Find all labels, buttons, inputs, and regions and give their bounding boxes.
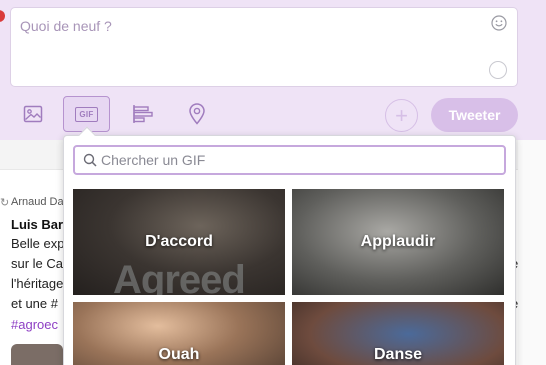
character-counter	[489, 61, 507, 79]
gif-category-label: Applaudir	[360, 233, 436, 250]
gif-search-box[interactable]	[73, 145, 506, 175]
gif-category-label: Ouah	[158, 346, 200, 363]
image-icon	[23, 105, 43, 123]
gif-category-tile[interactable]: Ouah	[73, 302, 285, 365]
gif-picker: Agreed D'accord Applaudir Ouah Danse	[63, 126, 516, 365]
tweet-hashtag[interactable]: #agroec	[11, 317, 58, 332]
location-icon	[189, 103, 205, 125]
gif-category-tile[interactable]: Danse	[292, 302, 504, 365]
tweet-text-line: Belle exp	[11, 236, 65, 251]
tweet-placeholder: Quoi de neuf ?	[20, 18, 112, 34]
tweet-text-line: et une #	[11, 296, 58, 311]
retweeter-name[interactable]: Arnaud Da	[11, 196, 64, 208]
gif-icon: GIF	[75, 106, 98, 122]
retweet-icon: ↻	[0, 197, 10, 209]
gif-search-input[interactable]	[101, 152, 481, 168]
add-tweet-button[interactable]: +	[385, 99, 418, 132]
tweet-author[interactable]: Luis Bar	[11, 217, 63, 232]
gif-overlay-text: Agreed	[113, 258, 246, 295]
tweet-media-thumbnail[interactable]	[11, 344, 63, 365]
search-icon	[83, 153, 97, 167]
gif-category-label: D'accord	[145, 233, 213, 250]
add-image-button[interactable]	[14, 96, 52, 132]
gif-category-tile[interactable]: Applaudir	[292, 189, 504, 295]
tweet-button[interactable]: Tweeter	[431, 98, 518, 132]
timeline-edge	[518, 140, 546, 365]
add-poll-button[interactable]	[124, 96, 162, 132]
poll-icon	[133, 105, 153, 123]
tweet-text-line: l'héritage	[11, 276, 64, 291]
tweet-text-line: sur le Ca	[11, 256, 64, 271]
tweet-textarea[interactable]: Quoi de neuf ?	[10, 7, 518, 87]
gif-category-tile[interactable]: Agreed D'accord	[73, 189, 285, 295]
add-location-button[interactable]	[178, 96, 216, 132]
emoji-icon[interactable]	[491, 15, 507, 31]
gif-category-label: Danse	[373, 346, 423, 363]
